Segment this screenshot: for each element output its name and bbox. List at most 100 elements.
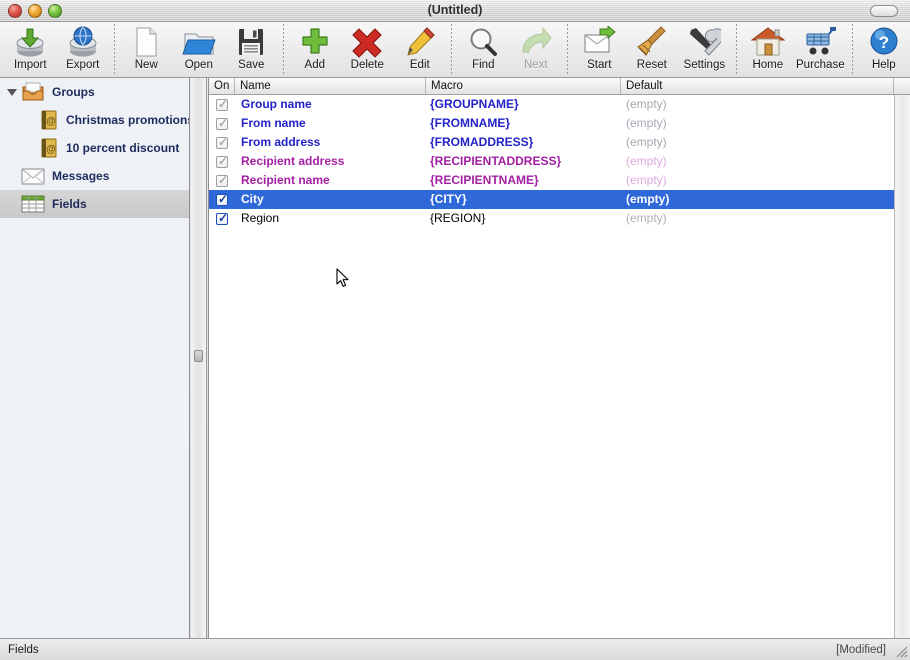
groups-tray-icon xyxy=(20,81,46,103)
toolbar-label-open: Open xyxy=(185,59,213,71)
cell-default: (empty) xyxy=(621,152,894,171)
application-window: (Untitled) Import Export xyxy=(0,0,910,660)
toolbar-label-delete: Delete xyxy=(351,59,384,71)
toolbar-button-new[interactable]: New xyxy=(120,22,173,76)
sidebar-item-messages[interactable]: Messages xyxy=(0,162,189,190)
question-circle-icon: ? xyxy=(867,26,901,58)
send-mail-icon xyxy=(582,26,616,58)
on-checkbox[interactable]: ✓ xyxy=(216,137,228,149)
toolbar-button-home[interactable]: Home xyxy=(742,22,795,76)
row-checkbox-cell[interactable]: ✓ xyxy=(209,190,235,209)
on-checkbox[interactable]: ✓ xyxy=(216,175,228,187)
toolbar-separator-2 xyxy=(283,24,284,74)
toolbar-label-add: Add xyxy=(305,59,325,71)
column-header-name[interactable]: Name xyxy=(235,78,426,94)
row-checkbox-cell[interactable]: ✓ xyxy=(209,152,235,171)
on-checkbox[interactable]: ✓ xyxy=(216,99,228,111)
cell-macro: {GROUPNAME} xyxy=(426,95,621,114)
toolbar-label-find: Find xyxy=(472,59,494,71)
toolbar-button-next: Next xyxy=(510,22,563,76)
toolbar-button-edit[interactable]: Edit xyxy=(394,22,447,76)
on-checkbox[interactable]: ✓ xyxy=(216,194,228,206)
sidebar-item-fields[interactable]: Fields xyxy=(0,190,189,218)
table-row[interactable]: ✓ From name {FROMNAME} (empty) xyxy=(209,114,894,133)
toolbar-label-purchase: Purchase xyxy=(796,59,845,71)
cell-default: (empty) xyxy=(621,190,894,209)
row-checkbox-cell[interactable]: ✓ xyxy=(209,133,235,152)
column-header-on[interactable]: On xyxy=(209,78,235,94)
magnifier-icon xyxy=(466,26,500,58)
toolbar-button-settings[interactable]: Settings xyxy=(678,22,731,76)
toolbar-separator-1 xyxy=(114,24,115,74)
cell-name: From name xyxy=(235,114,426,133)
column-header-macro[interactable]: Macro xyxy=(426,78,621,94)
on-checkbox[interactable]: ✓ xyxy=(216,213,228,225)
cell-name: Region xyxy=(235,209,426,228)
toolbar-button-open[interactable]: Open xyxy=(173,22,226,76)
sidebar-item-christmas-promotions[interactable]: @ Christmas promotions xyxy=(0,106,189,134)
toolbar-button-export[interactable]: Export xyxy=(57,22,110,76)
table-row[interactable]: ✓ City {CITY} (empty) xyxy=(209,190,894,209)
toolbar-separator-6 xyxy=(852,24,853,74)
table-row[interactable]: ✓ Region {REGION} (empty) xyxy=(209,209,894,228)
row-checkbox-cell[interactable]: ✓ xyxy=(209,171,235,190)
sidebar-item-groups[interactable]: Groups xyxy=(0,78,189,106)
toolbar-button-start[interactable]: Start xyxy=(573,22,626,76)
toolbar-button-delete[interactable]: Delete xyxy=(341,22,394,76)
address-book-icon: @ xyxy=(38,137,60,159)
splitter-handle[interactable] xyxy=(194,350,203,362)
sidebar-label-fields: Fields xyxy=(52,197,87,211)
cell-default: (empty) xyxy=(621,114,894,133)
row-checkbox-cell[interactable]: ✓ xyxy=(209,114,235,133)
content-area: Groups @ Christmas promotions @ 10 perce… xyxy=(0,78,910,638)
panel-splitter[interactable] xyxy=(191,78,207,638)
disclosure-triangle-icon[interactable] xyxy=(6,86,18,98)
toolbar-button-help[interactable]: ? Help xyxy=(858,22,910,76)
sidebar-label-10-percent-discount: 10 percent discount xyxy=(66,141,179,155)
on-checkbox[interactable]: ✓ xyxy=(216,156,228,168)
column-header-default[interactable]: Default xyxy=(621,78,894,94)
on-checkbox[interactable]: ✓ xyxy=(216,118,228,130)
row-checkbox-cell[interactable]: ✓ xyxy=(209,95,235,114)
save-floppy-icon xyxy=(234,26,268,58)
table-row[interactable]: ✓ Recipient address {RECIPIENTADDRESS} (… xyxy=(209,152,894,171)
status-bar: Fields [Modified] xyxy=(0,638,910,660)
resize-grip[interactable] xyxy=(894,644,908,658)
table-body: ✓ Group name {GROUPNAME} (empty) ✓ From … xyxy=(209,95,894,638)
toolbar-button-find[interactable]: Find xyxy=(457,22,510,76)
cell-macro: {RECIPIENTADDRESS} xyxy=(426,152,621,171)
cell-name: Recipient address xyxy=(235,152,426,171)
title-bar: (Untitled) xyxy=(0,0,910,22)
new-document-icon xyxy=(129,26,163,58)
cell-name: Group name xyxy=(235,95,426,114)
cell-name: From address xyxy=(235,133,426,152)
mouse-cursor xyxy=(336,268,350,288)
cell-name: City xyxy=(235,190,426,209)
toolbar-button-import[interactable]: Import xyxy=(4,22,57,76)
table-row[interactable]: ✓ Group name {GROUPNAME} (empty) xyxy=(209,95,894,114)
cell-macro: {REGION} xyxy=(426,209,621,228)
cell-default: (empty) xyxy=(621,95,894,114)
toolbar-button-purchase[interactable]: Purchase xyxy=(794,22,847,76)
table-row[interactable]: ✓ Recipient name {RECIPIENTNAME} (empty) xyxy=(209,171,894,190)
toolbar-button-add[interactable]: Add xyxy=(289,22,342,76)
sidebar: Groups @ Christmas promotions @ 10 perce… xyxy=(0,78,190,638)
toolbar-toggle-button[interactable] xyxy=(870,5,898,17)
toolbar-label-import: Import xyxy=(14,59,47,71)
table-row[interactable]: ✓ From address {FROMADDRESS} (empty) xyxy=(209,133,894,152)
grid-table-icon xyxy=(20,193,46,215)
sidebar-item-10-percent-discount[interactable]: @ 10 percent discount xyxy=(0,134,189,162)
envelope-icon xyxy=(20,165,46,187)
svg-text:@: @ xyxy=(46,144,56,155)
plus-icon xyxy=(298,26,332,58)
window-title: (Untitled) xyxy=(0,0,910,22)
table-vertical-scrollbar[interactable] xyxy=(894,95,910,638)
address-book-icon: @ xyxy=(38,109,60,131)
toolbar-label-home: Home xyxy=(752,59,783,71)
row-checkbox-cell[interactable]: ✓ xyxy=(209,209,235,228)
open-folder-icon xyxy=(182,26,216,58)
cell-macro: {CITY} xyxy=(426,190,621,209)
toolbar-button-reset[interactable]: Reset xyxy=(626,22,679,76)
sidebar-label-groups: Groups xyxy=(52,85,95,99)
toolbar-button-save[interactable]: Save xyxy=(225,22,278,76)
